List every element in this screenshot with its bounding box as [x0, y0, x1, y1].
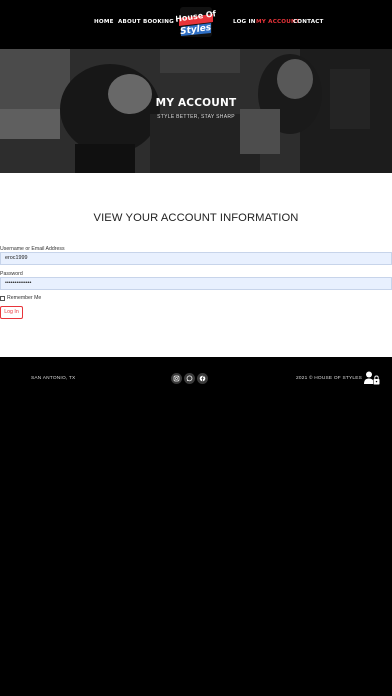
site-footer: SAN ANTONIO, TX 2021 © HOUSE OF STYLES — [0, 357, 392, 696]
account-section: VIEW YOUR ACCOUNT INFORMATION Username o… — [0, 173, 392, 357]
user-lock-icon[interactable] — [364, 371, 380, 385]
nav-home[interactable]: HOME — [94, 19, 114, 25]
nav-about[interactable]: ABOUT — [118, 19, 141, 25]
house-of-styles-logo[interactable]: House Of Styles — [176, 6, 216, 38]
hero-title: MY ACCOUNT — [155, 97, 237, 109]
username-field[interactable]: eroc1999 — [0, 252, 392, 265]
hero-banner: MY ACCOUNT STYLE BETTER, STAY SHARP — [0, 49, 392, 173]
password-field[interactable]: •••••••••••••• — [0, 277, 392, 290]
footer-copyright: 2021 © HOUSE OF STYLES — [296, 376, 363, 381]
instagram-icon[interactable] — [171, 373, 182, 384]
section-heading: VIEW YOUR ACCOUNT INFORMATION — [93, 212, 299, 224]
login-button[interactable]: Log In — [0, 306, 23, 319]
remember-me-label: Remember Me — [7, 295, 42, 301]
hero-overlay — [0, 49, 392, 173]
site-header: HOME ABOUT BOOKING House Of Styles LOG I… — [0, 0, 392, 49]
facebook-icon[interactable] — [197, 373, 208, 384]
hero-subtitle: STYLE BETTER, STAY SHARP — [157, 114, 235, 120]
whatsapp-icon[interactable] — [184, 373, 195, 384]
remember-me: Remember Me — [0, 295, 41, 301]
nav-log-in[interactable]: LOG IN — [233, 19, 256, 25]
nav-contact[interactable]: CONTACT — [293, 19, 324, 25]
nav-booking[interactable]: BOOKING — [143, 19, 174, 25]
remember-me-checkbox[interactable] — [0, 295, 5, 301]
footer-location: SAN ANTONIO, TX — [31, 376, 76, 381]
